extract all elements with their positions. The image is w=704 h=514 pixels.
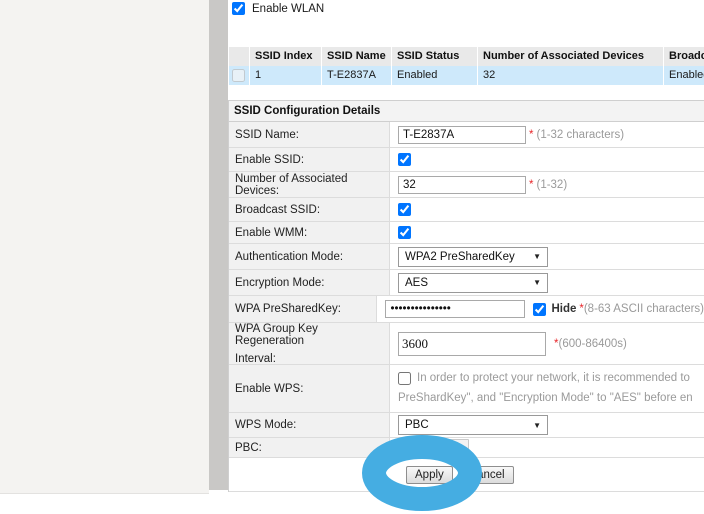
ssid-name-hint: (1-32 characters): [536, 129, 624, 141]
wlan-settings-content: Enable WLAN SSID Index SSID Name SSID St…: [228, 0, 704, 514]
broadcast-ssid-label: Broadcast SSID:: [229, 198, 390, 221]
enable-wps-label: Enable WPS:: [229, 365, 390, 412]
section-title: SSID Configuration Details: [229, 101, 704, 122]
enable-wmm-label: Enable WMM:: [229, 222, 390, 243]
enable-wlan-row: Enable WLAN: [232, 2, 324, 15]
cell-ssid-index: 1: [249, 66, 321, 85]
cancel-button[interactable]: Cancel: [460, 466, 514, 484]
col-header-ssid-status: SSID Status: [391, 47, 477, 66]
enc-mode-value: AES: [405, 277, 428, 289]
auth-mode-label: Authentication Mode:: [229, 244, 390, 269]
wps-mode-label: WPS Mode:: [229, 413, 390, 437]
apply-button[interactable]: Apply: [406, 466, 453, 484]
wps-mode-row: WPS Mode: PBC ▼: [229, 413, 704, 438]
cell-broadcast: Enabled: [663, 66, 704, 85]
chevron-down-icon: ▼: [533, 252, 541, 261]
group-key-row: WPA Group Key Regeneration Interval: * (…: [229, 323, 704, 365]
chevron-down-icon: ▼: [533, 278, 541, 287]
wps-mode-value: PBC: [405, 419, 429, 431]
enc-mode-select[interactable]: AES ▼: [398, 273, 548, 293]
wps-mode-select[interactable]: PBC ▼: [398, 415, 548, 435]
ssid-name-label: SSID Name:: [229, 122, 390, 147]
vertical-divider-band: [209, 0, 228, 490]
cell-ssid-name: T-E2837A: [321, 66, 391, 85]
cell-ssid-status: Enabled: [391, 66, 477, 85]
group-key-label-line1: WPA Group Key Regeneration: [235, 323, 389, 347]
num-devices-row: Number of Associated Devices: * (1-32): [229, 172, 704, 198]
enc-mode-label: Encryption Mode:: [229, 270, 390, 295]
ssid-table-row[interactable]: 1 T-E2837A Enabled 32 Enabled: [229, 66, 704, 85]
wps-note-line2: PreShardKey", and "Encryption Mode" to "…: [398, 388, 704, 408]
wps-note-line1: In order to protect your network, it is …: [417, 368, 690, 388]
auth-mode-value: WPA2 PreSharedKey: [405, 251, 515, 263]
hide-psk-checkbox[interactable]: [533, 303, 546, 316]
hide-psk-label: Hide: [551, 303, 576, 315]
ssid-name-row: SSID Name: * (1-32 characters): [229, 122, 704, 148]
ssid-configuration-form: SSID Configuration Details SSID Name: * …: [228, 100, 704, 492]
ssid-table: SSID Index SSID Name SSID Status Number …: [229, 47, 704, 85]
auth-mode-row: Authentication Mode: WPA2 PreSharedKey ▼: [229, 244, 704, 270]
num-devices-label: Number of Associated Devices:: [229, 172, 390, 197]
cell-num-devices: 32: [477, 66, 663, 85]
enable-wps-row: Enable WPS: In order to protect your net…: [229, 365, 704, 413]
auth-mode-select[interactable]: WPA2 PreSharedKey ▼: [398, 247, 548, 267]
enable-wmm-row: Enable WMM:: [229, 222, 704, 244]
col-header-num-devices: Number of Associated Devices: [477, 47, 663, 66]
start-wps-button[interactable]: Start WPS: [399, 439, 469, 457]
psk-input[interactable]: [385, 300, 525, 318]
num-devices-input[interactable]: [398, 176, 526, 194]
enable-wmm-checkbox[interactable]: [398, 226, 411, 239]
enable-ssid-label: Enable SSID:: [229, 148, 390, 171]
required-star: *: [529, 129, 533, 141]
enable-wlan-label: Enable WLAN: [252, 3, 324, 15]
pbc-label: PBC:: [229, 438, 390, 457]
required-star: *: [529, 179, 533, 191]
row-select-checkbox[interactable]: [232, 69, 245, 82]
num-devices-hint: (1-32): [536, 179, 567, 191]
pbc-row: PBC: Start WPS: [229, 438, 704, 458]
enable-wlan-checkbox[interactable]: [232, 2, 245, 15]
form-buttons-row: Apply Cancel: [229, 458, 704, 492]
col-header-ssid-name: SSID Name: [321, 47, 391, 66]
broadcast-ssid-row: Broadcast SSID:: [229, 198, 704, 222]
row-select-cell: [229, 66, 249, 85]
page-left-margin: [0, 0, 209, 494]
ssid-name-input[interactable]: [398, 126, 526, 144]
group-key-hint: (600-86400s): [558, 338, 626, 350]
ssid-table-header-row: SSID Index SSID Name SSID Status Number …: [229, 47, 704, 66]
col-header-broadcast: Broadcast SSID: [663, 47, 704, 66]
select-column-header: [229, 47, 249, 66]
enable-wps-checkbox[interactable]: [398, 372, 411, 385]
psk-row: WPA PreSharedKey: Hide * (8-63 ASCII cha…: [229, 296, 704, 323]
psk-label: WPA PreSharedKey:: [229, 296, 377, 322]
group-key-label-line2: Interval:: [235, 353, 389, 365]
broadcast-ssid-checkbox[interactable]: [398, 203, 411, 216]
chevron-down-icon: ▼: [533, 421, 541, 430]
router-admin-page: Enable WLAN SSID Index SSID Name SSID St…: [0, 0, 704, 514]
psk-hint: (8-63 ASCII characters): [584, 303, 704, 315]
group-key-interval-input[interactable]: [398, 332, 546, 356]
col-header-ssid-index: SSID Index: [249, 47, 321, 66]
enable-ssid-checkbox[interactable]: [398, 153, 411, 166]
enable-ssid-row: Enable SSID:: [229, 148, 704, 172]
enc-mode-row: Encryption Mode: AES ▼: [229, 270, 704, 296]
